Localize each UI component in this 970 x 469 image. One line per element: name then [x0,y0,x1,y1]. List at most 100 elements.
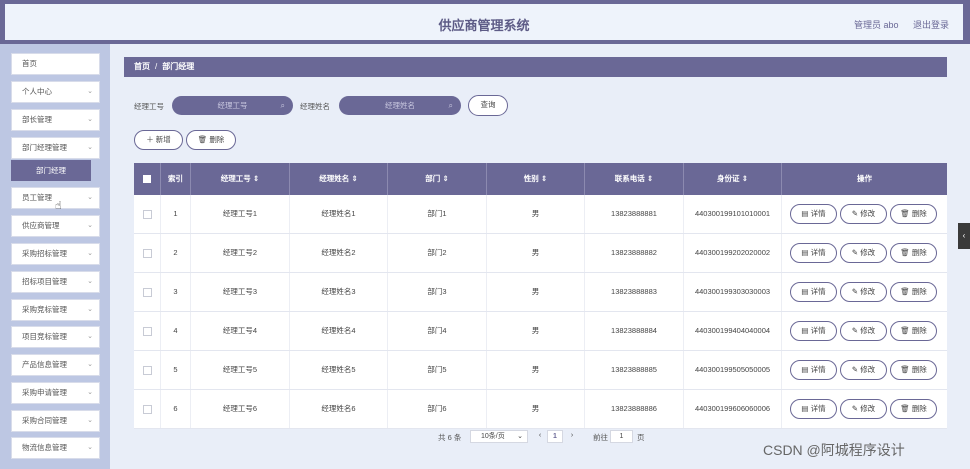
detail-button[interactable]: ▤ 详情 [790,243,837,263]
sort-icon[interactable]: ⇕ [351,174,357,183]
delete-button[interactable]: 🗑 删除 [890,399,937,419]
chevron-down-icon: ⌄ [87,417,93,424]
manager-name-search-input[interactable]: 经理姓名 ⌕ [339,96,461,115]
sidebar-item[interactable]: 供应商管理 ⌄ [11,215,100,237]
breadcrumb-home[interactable]: 首页 [134,62,150,71]
edit-button[interactable]: ✎ 修改 [840,399,887,419]
edit-button-label: 修改 [860,248,876,257]
row-checkbox[interactable] [142,287,152,297]
detail-button[interactable]: ▤ 详情 [790,204,837,224]
trash-icon: 🗑 [900,287,910,296]
detail-button[interactable]: ▤ 详情 [790,399,837,419]
breadcrumb: 首页 / 部门经理 [124,57,947,77]
row-checkbox-cell[interactable] [134,234,161,272]
row-checkbox[interactable] [142,404,152,414]
cell-manager-name: 经理姓名1 [290,195,388,233]
sidebar-item[interactable]: 首页 [11,53,100,75]
sidebar-subitem-department-manager[interactable]: 部门经理 [11,160,91,181]
row-checkbox-cell[interactable] [134,351,161,389]
sidebar-item[interactable]: 物流信息管理 ⌄ [11,437,100,459]
row-checkbox[interactable] [142,248,152,258]
search-field1-label: 经理工号 [134,102,164,111]
delete-button[interactable]: 🗑 删除 [890,282,937,302]
cell-index: 6 [161,390,191,428]
column-header-department[interactable]: 部门 ⇕ [388,163,487,195]
sidebar-item[interactable]: 采购招标管理 ⌄ [11,243,100,265]
delete-button[interactable]: 🗑 删除 [890,243,937,263]
column-header-manager-name[interactable]: 经理姓名 ⇕ [290,163,388,195]
cell-gender: 男 [487,195,585,233]
detail-button-label: 详情 [810,248,826,257]
detail-button-label: 详情 [810,326,826,335]
row-checkbox[interactable] [142,209,152,219]
cell-index: 2 [161,234,191,272]
cell-manager-id: 经理工号2 [191,234,290,272]
column-header-id-card[interactable]: 身份证 ⇕ [684,163,782,195]
sidebar-item[interactable]: 采购申请管理 ⌄ [11,382,100,404]
select-all-checkbox[interactable] [143,175,151,184]
chevron-down-icon: ⌄ [87,444,93,451]
logout-link[interactable]: 退出登录 [913,20,949,30]
edit-button[interactable]: ✎ 修改 [840,243,887,263]
column-header-manager-id[interactable]: 经理工号 ⇕ [191,163,290,195]
search-icon: ⌕ [280,101,285,110]
sort-icon[interactable]: ⇕ [541,174,547,183]
row-checkbox-cell[interactable] [134,312,161,350]
cell-manager-name: 经理姓名3 [290,273,388,311]
goto-page-input[interactable]: 1 [610,430,633,443]
chevron-left-icon[interactable]: ‹ [958,223,970,249]
select-all-checkbox-cell[interactable] [134,163,161,195]
detail-button[interactable]: ▤ 详情 [790,282,837,302]
delete-button[interactable]: 🗑 删除 [890,204,937,224]
sidebar-item[interactable]: 产品信息管理 ⌄ [11,354,100,376]
row-checkbox-cell[interactable] [134,273,161,311]
cell-manager-id: 经理工号4 [191,312,290,350]
column-header-phone-label: 联系电话 [614,174,645,183]
sidebar-item-label: 采购竞标管理 [22,305,67,314]
sort-icon[interactable]: ⇕ [253,174,259,183]
page-size-select[interactable]: 10条/页 ⌄ [470,430,528,443]
edit-button[interactable]: ✎ 修改 [840,204,887,224]
sidebar-item[interactable]: 采购合同管理 ⌄ [11,410,100,432]
row-checkbox[interactable] [142,326,152,336]
sort-icon[interactable]: ⇕ [442,174,448,183]
column-header-manager-id-label: 经理工号 [220,174,251,183]
detail-button[interactable]: ▤ 详情 [790,360,837,380]
sidebar-item[interactable]: 个人中心 ⌄ [11,81,100,103]
row-checkbox-cell[interactable] [134,390,161,428]
current-page[interactable]: 1 [547,430,563,443]
cell-gender: 男 [487,351,585,389]
manager-id-search-input[interactable]: 经理工号 ⌕ [172,96,293,115]
sidebar-item-label: 部长管理 [22,115,52,124]
query-button[interactable]: 查询 [468,95,508,116]
table-row: 4 经理工号4 经理姓名4 部门4 男 13823888884 44030019940404… [134,312,947,351]
sort-icon[interactable]: ⇕ [647,174,653,183]
sort-icon[interactable]: ⇕ [742,174,748,183]
column-header-phone[interactable]: 联系电话 ⇕ [585,163,684,195]
edit-button[interactable]: ✎ 修改 [840,321,887,341]
sidebar-item[interactable]: 部门经理管理 ⌄ [11,137,100,159]
table-row: 6 经理工号6 经理姓名6 部门6 男 13823888886 44030019960606… [134,390,947,429]
add-button[interactable]: ＋ 新增 [134,130,183,150]
sidebar-item[interactable]: 招标项目管理 ⌄ [11,271,100,293]
detail-button-label: 详情 [810,365,826,374]
column-header-gender[interactable]: 性别 ⇕ [487,163,585,195]
row-checkbox-cell[interactable] [134,195,161,233]
cell-manager-id: 经理工号1 [191,195,290,233]
chevron-down-icon: ⌄ [87,194,93,201]
delete-button[interactable]: 🗑 删除 [890,321,937,341]
edit-button[interactable]: ✎ 修改 [840,282,887,302]
detail-button[interactable]: ▤ 详情 [790,321,837,341]
edit-button[interactable]: ✎ 修改 [840,360,887,380]
cell-operations: ▤ 详情 ✎ 修改 🗑 删除 [782,312,947,350]
sidebar-item[interactable]: 部长管理 ⌄ [11,109,100,131]
breadcrumb-separator: / [155,62,158,71]
sidebar-item[interactable]: 采购竞标管理 ⌄ [11,299,100,321]
prev-page-button[interactable]: ‹ [534,430,546,443]
page-size-value: 10条/页 [481,433,505,440]
row-checkbox[interactable] [142,365,152,375]
delete-button[interactable]: 🗑 删除 [890,360,937,380]
sidebar-item[interactable]: 项目竞标管理 ⌄ [11,326,100,348]
next-page-button[interactable]: › [566,430,578,443]
batch-delete-button[interactable]: 🗑 删除 [186,130,236,150]
